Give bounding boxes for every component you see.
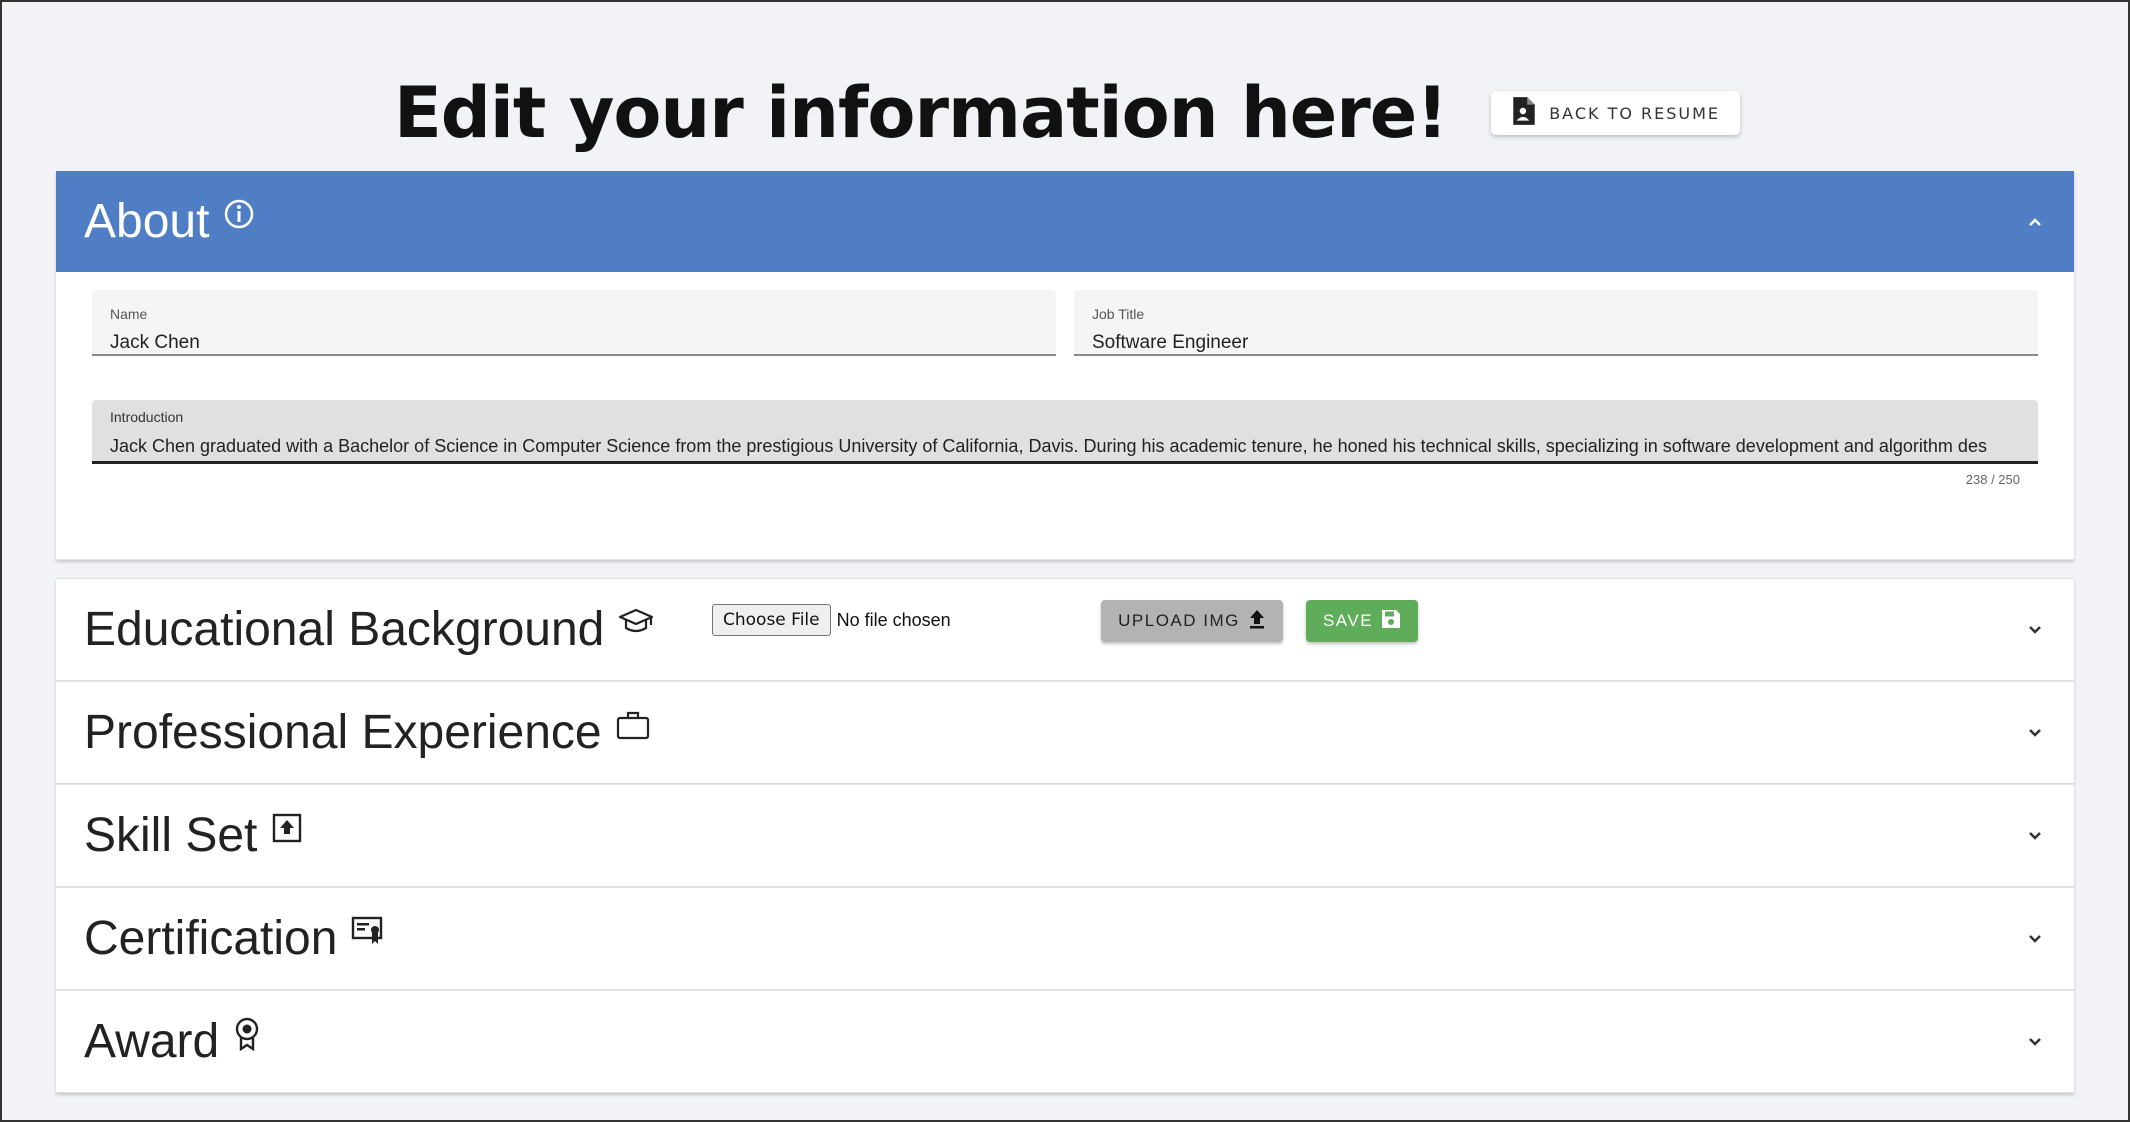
sections-accordion: About Name Jack Chen Job Title Software … xyxy=(56,171,2074,1093)
resume-file-icon xyxy=(1511,96,1537,130)
page-header: Edit your information here! BACK TO RESU… xyxy=(2,68,2130,158)
chevron-down-icon[interactable] xyxy=(2026,621,2044,639)
experience-title: Professional Experience xyxy=(84,706,602,759)
back-to-resume-label: BACK TO RESUME xyxy=(1549,103,1721,123)
introduction-value[interactable]: Jack Chen graduated with a Bachelor of S… xyxy=(110,436,2020,457)
education-title: Educational Background xyxy=(84,603,605,656)
skill-set-panel: Skill Set xyxy=(56,784,2074,887)
collapsed-sections: Educational Background Professional Expe… xyxy=(56,578,2074,1093)
about-panel-body: Name Jack Chen Job Title Software Engine… xyxy=(56,272,2074,642)
certification-title: Certification xyxy=(84,912,338,965)
chevron-up-icon[interactable] xyxy=(2026,213,2044,231)
character-counter: 238 / 250 xyxy=(1965,472,2020,487)
graduation-cap-icon xyxy=(618,606,654,638)
skill-set-panel-header[interactable]: Skill Set xyxy=(56,785,2074,886)
chevron-down-icon[interactable] xyxy=(2026,724,2044,742)
experience-panel: Professional Experience xyxy=(56,681,2074,784)
certificate-icon xyxy=(351,915,385,947)
name-value[interactable]: Jack Chen xyxy=(110,332,1038,354)
about-panel: About Name Jack Chen Job Title Software … xyxy=(56,171,2074,642)
education-panel: Educational Background xyxy=(56,578,2074,681)
name-label: Name xyxy=(110,306,148,322)
chevron-down-icon[interactable] xyxy=(2026,1033,2044,1051)
certification-panel-header[interactable]: Certification xyxy=(56,888,2074,989)
job-title-label: Job Title xyxy=(1092,306,1145,322)
introduction-label: Introduction xyxy=(110,409,184,425)
introduction-field[interactable]: Introduction Jack Chen graduated with a … xyxy=(92,400,2038,464)
about-panel-header[interactable]: About xyxy=(56,171,2074,272)
upload-box-icon xyxy=(271,812,303,844)
education-panel-header[interactable]: Educational Background xyxy=(56,579,2074,680)
page-title: Edit your information here! xyxy=(393,72,1448,154)
back-to-resume-button[interactable]: BACK TO RESUME xyxy=(1491,91,1741,135)
name-field[interactable]: Name Jack Chen xyxy=(92,290,1056,356)
award-title: Award xyxy=(84,1015,220,1068)
briefcase-icon xyxy=(616,709,650,741)
job-title-value[interactable]: Software Engineer xyxy=(1092,332,2020,354)
info-icon xyxy=(223,198,255,230)
page-frame: Edit your information here! BACK TO RESU… xyxy=(0,0,2130,1122)
experience-panel-header[interactable]: Professional Experience xyxy=(56,682,2074,783)
award-panel: Award xyxy=(56,990,2074,1093)
job-title-field[interactable]: Job Title Software Engineer xyxy=(1074,290,2038,356)
chevron-down-icon[interactable] xyxy=(2026,930,2044,948)
certification-panel: Certification xyxy=(56,887,2074,990)
award-panel-header[interactable]: Award xyxy=(56,991,2074,1092)
chevron-down-icon[interactable] xyxy=(2026,827,2044,845)
award-icon xyxy=(233,1017,261,1051)
about-title: About xyxy=(84,195,210,248)
skill-set-title: Skill Set xyxy=(84,809,258,862)
